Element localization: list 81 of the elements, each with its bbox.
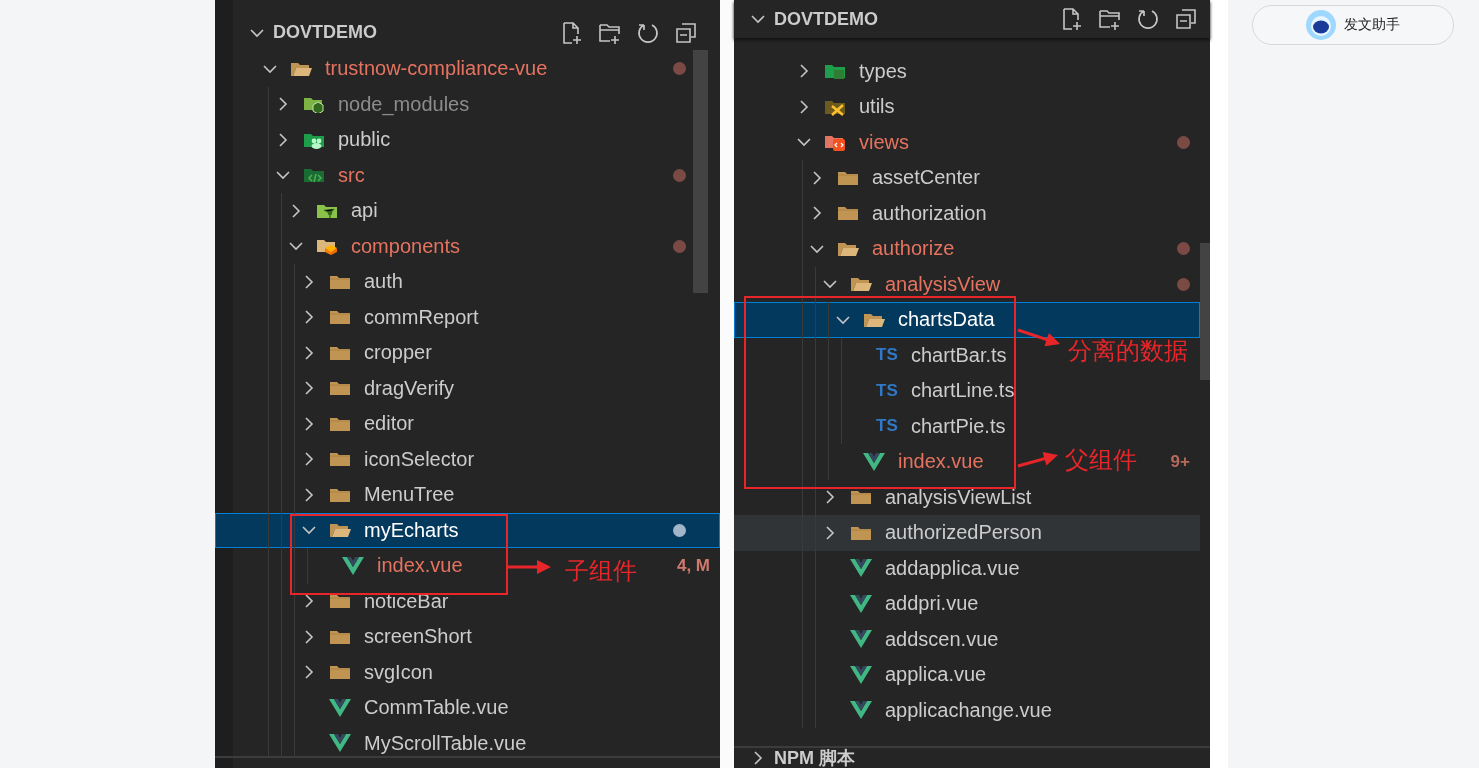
- tree-item[interactable]: commReport: [215, 299, 720, 335]
- types-folder-icon: [824, 62, 846, 81]
- tree-item[interactable]: MyScrollTable.vue: [215, 725, 720, 756]
- folder-icon: [329, 592, 351, 611]
- annotation-label: 分离的数据: [1068, 336, 1188, 367]
- vue-logo-icon: [863, 452, 885, 471]
- arrow: [1017, 451, 1058, 468]
- open-folder-icon: [329, 521, 351, 540]
- tree-item[interactable]: addscen.vue: [734, 621, 1200, 657]
- tree-item[interactable]: editor: [215, 406, 720, 442]
- tree-item[interactable]: views: [734, 124, 1200, 160]
- scrollbar-thumb[interactable]: [693, 50, 708, 293]
- scrollbar-thumb[interactable]: [1200, 243, 1210, 380]
- collapse-all-icon[interactable]: [1174, 7, 1198, 31]
- avatar-icon: [1306, 10, 1336, 40]
- vue-logo-icon: [850, 701, 872, 720]
- new-file-icon[interactable]: [560, 20, 584, 45]
- vue-logo-icon: [329, 734, 351, 753]
- explorer-title: DOVTDEMO: [273, 22, 377, 43]
- typescript-icon: TS: [876, 345, 898, 366]
- vue-logo-icon: [329, 698, 351, 717]
- tree-item[interactable]: MenuTree: [215, 477, 720, 513]
- tree-item[interactable]: cropper: [215, 335, 720, 371]
- folder-icon: [837, 204, 859, 223]
- tree-item[interactable]: utils: [734, 89, 1200, 125]
- tree-item[interactable]: analysisView: [734, 266, 1200, 302]
- new-folder-icon[interactable]: [1098, 7, 1122, 31]
- collapse-all-icon[interactable]: [674, 20, 698, 45]
- tree-item[interactable]: src: [215, 157, 720, 193]
- tree-item[interactable]: node_modules: [215, 86, 720, 122]
- tree-item[interactable]: dragVerify: [215, 370, 720, 406]
- vue-logo-icon: [850, 630, 872, 649]
- npm-scripts-section[interactable]: NPM 脚本: [734, 748, 1210, 768]
- vue-logo-icon: [850, 594, 872, 613]
- tree-item[interactable]: components: [215, 228, 720, 264]
- tree-item[interactable]: authorize: [734, 231, 1200, 267]
- open-folder-icon: [850, 275, 872, 294]
- tree-item[interactable]: screenShort: [215, 619, 720, 655]
- explorer-title: DOVTDEMO: [774, 8, 878, 30]
- tree-item[interactable]: analysisViewList: [734, 479, 1200, 515]
- tree-item[interactable]: api: [215, 193, 720, 229]
- node-folder-icon: [303, 95, 325, 114]
- tree-item[interactable]: svgIcon: [215, 654, 720, 690]
- tree-item[interactable]: addapplica.vue: [734, 550, 1200, 586]
- tree-item[interactable]: applicachange.vue: [734, 692, 1200, 728]
- tree-item[interactable]: authorizedPerson: [734, 515, 1200, 551]
- folder-icon: [329, 379, 351, 398]
- tree-item[interactable]: assetCenter: [734, 160, 1200, 196]
- refresh-icon[interactable]: [1136, 7, 1160, 31]
- problems-count: 9+: [1170, 451, 1190, 472]
- tree-item[interactable]: chartsData: [734, 302, 1200, 338]
- code-folder-icon: [303, 166, 325, 185]
- vue-logo-icon: [850, 559, 872, 578]
- tree-item[interactable]: TS chartPie.ts: [734, 408, 1200, 444]
- tree-item[interactable]: CommTable.vue: [215, 690, 720, 726]
- folder-icon: [329, 308, 351, 327]
- tree-item[interactable]: TS chartLine.ts: [734, 373, 1200, 409]
- tree-item[interactable]: addpri.vue: [734, 586, 1200, 622]
- arrow: [507, 560, 551, 574]
- tree-item[interactable]: public: [215, 122, 720, 158]
- vue-logo-icon: [342, 556, 364, 575]
- tree-item[interactable]: applica.vue: [734, 657, 1200, 693]
- tree-item[interactable]: auth: [215, 264, 720, 300]
- arrow: [1017, 328, 1060, 347]
- problems-count: 4, M: [676, 555, 710, 576]
- vue-logo-icon: [850, 665, 872, 684]
- tree-item[interactable]: trustnow-compliance-vue: [215, 51, 720, 87]
- folder-icon: [850, 488, 872, 507]
- tree-item[interactable]: myEcharts: [215, 512, 720, 548]
- blocks-folder-icon: [316, 237, 338, 256]
- folder-icon: [329, 450, 351, 469]
- tree-item[interactable]: iconSelector: [215, 441, 720, 477]
- folder-icon: [329, 663, 351, 682]
- assistant-button[interactable]: 发文助手: [1252, 5, 1454, 45]
- views-folder-icon: [824, 133, 846, 152]
- tree-item[interactable]: authorization: [734, 195, 1200, 231]
- typescript-icon: TS: [876, 416, 898, 437]
- annotation-label: 父组件: [1065, 445, 1137, 476]
- new-file-icon[interactable]: [1060, 7, 1084, 31]
- typescript-icon: TS: [876, 380, 898, 401]
- tree-item[interactable]: types: [734, 53, 1200, 89]
